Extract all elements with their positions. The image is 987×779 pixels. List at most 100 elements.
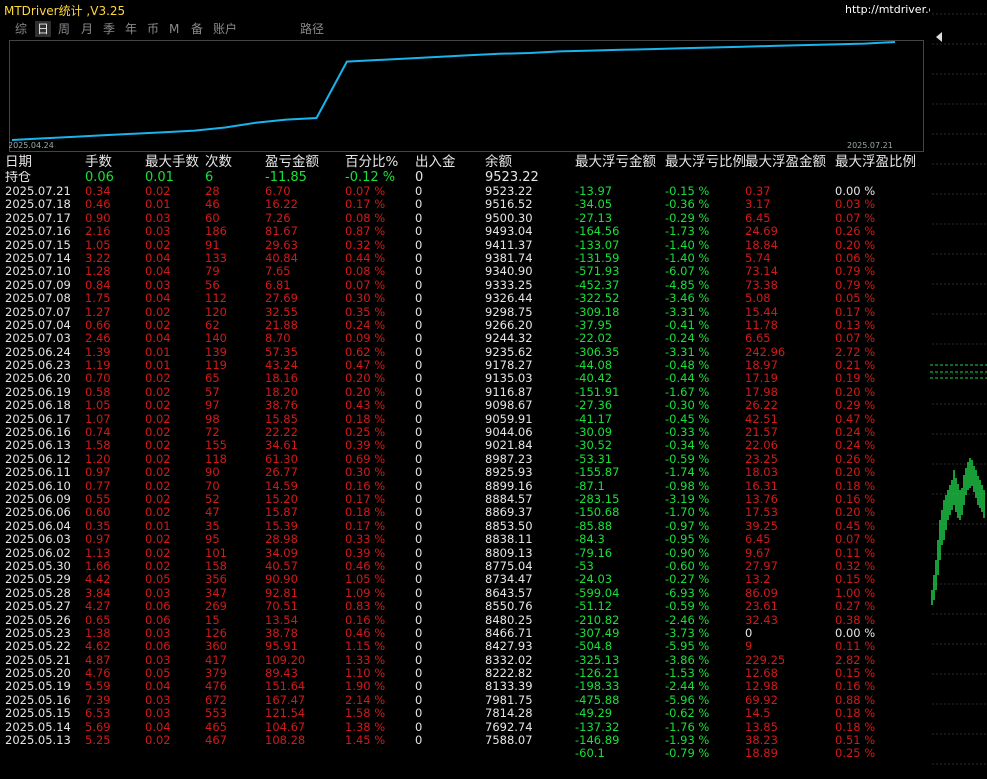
cell-max-lots: 0.02	[145, 546, 171, 560]
cell-mfl-amt: -24.03	[575, 573, 613, 587]
tab-10[interactable]: 路径	[300, 21, 324, 37]
table-row: 2025.06.19 0.58 0.02 57 18.20 0.20 % 0 9116.87 -…	[5, 386, 930, 399]
cell-mfp-pct: 0.17 %	[835, 305, 876, 319]
tab-6[interactable]: 币	[147, 21, 159, 37]
cell-io: 0	[415, 225, 423, 239]
cell-pct: 0.44 %	[345, 251, 386, 265]
cell-max-lots: 0.02	[145, 185, 171, 198]
table-row: 2025.06.18 1.05 0.02 97 38.76 0.43 % 0 9098.67 -…	[5, 399, 930, 412]
cell-io: 0	[415, 439, 423, 453]
table-row: 2025.06.16 0.74 0.02 72 22.22 0.25 % 0 9044.06 -…	[5, 426, 930, 439]
cell-lots: 0.35	[85, 519, 111, 533]
cell-mfl-amt: -155.87	[575, 466, 620, 480]
cell-count: 120	[205, 305, 227, 319]
cell-max-lots: 0.05	[145, 573, 171, 587]
cell-mfp-amt: 24.69	[745, 225, 778, 239]
tab-0[interactable]: 综	[15, 21, 27, 37]
cell-lots: 5.69	[85, 720, 111, 734]
cell-max-lots: 0.01	[145, 198, 171, 212]
cell-mfl-pct: -0.33 %	[665, 426, 710, 440]
table-row: 2025.05.22 4.62 0.06 360 95.91 1.15 % 0 8427.93…	[5, 640, 930, 653]
cell-mfl-amt: -325.13	[575, 653, 620, 667]
cell-pct: 0.20 %	[345, 372, 386, 386]
cell-io: 0	[415, 292, 423, 306]
cell-io: 0	[415, 573, 423, 587]
cell-date: 2025.07.07	[5, 305, 71, 319]
cell-balance: 8643.57	[485, 586, 533, 600]
cell-mfl-pct: -0.48 %	[665, 359, 710, 373]
cell-mfp-amt: 69.92	[745, 693, 778, 707]
price-chart-panel	[930, 0, 987, 775]
cell-mfp-pct: 0.07 %	[835, 211, 876, 225]
tab-7[interactable]: M	[169, 21, 179, 37]
cell-date: 2025.07.09	[5, 278, 71, 292]
cell-balance: 8480.25	[485, 613, 533, 627]
cell-io: 0	[415, 506, 423, 520]
cell-date: 2025.05.21	[5, 653, 71, 667]
cell-lots: 2.16	[85, 225, 111, 239]
website-link[interactable]: http://mtdriver.cn	[845, 3, 942, 16]
cell-pct: 0.47 %	[345, 359, 386, 373]
cell-mfp-amt: 18.03	[745, 466, 778, 480]
cell-max-lots: 0.03	[145, 626, 171, 640]
cell-pnl: 16.22	[265, 198, 298, 212]
cell-mfp-pct: 1.00 %	[835, 586, 876, 600]
tab-9[interactable]: 账户	[213, 21, 237, 37]
cell-balance: 8427.93	[485, 640, 533, 654]
cell-max-lots: 0.02	[145, 466, 171, 480]
cell-io: 0	[415, 559, 423, 573]
cell-count: 90	[205, 466, 220, 480]
cell-pnl: 26.77	[265, 466, 298, 480]
cell-mfl-amt: -307.49	[575, 626, 620, 640]
cell-mfl-amt: -133.07	[575, 238, 620, 252]
cell-pct: 0.17 %	[345, 519, 386, 533]
cell-pct: 1.10 %	[345, 667, 386, 681]
cell-pct: 0.18 %	[345, 412, 386, 426]
balance-curve-chart: 2025.04.24 2025.07.21	[9, 40, 924, 152]
cell-mfl-pct: -6.07 %	[665, 265, 710, 279]
cell-mfp-amt: 6.65	[745, 332, 771, 346]
cell-date: 2025.07.21	[5, 185, 71, 198]
cell-count: 356	[205, 573, 227, 587]
tab-3[interactable]: 月	[81, 21, 93, 37]
tab-8[interactable]: 备	[191, 21, 203, 37]
cell-mfp-amt: 12.68	[745, 667, 778, 681]
cell-io: 0	[415, 426, 423, 440]
table-row: 2025.06.04 0.35 0.01 35 15.39 0.17 % 0 8853.50 -…	[5, 520, 930, 533]
cell-mfl-pct: -1.53 %	[665, 667, 710, 681]
tab-5[interactable]: 年	[125, 21, 137, 37]
x-start-label: 2025.04.24	[9, 141, 54, 150]
table-row: 2025.07.03 2.46 0.04 140 8.70 0.09 % 0 9244.32 -…	[5, 332, 930, 345]
cell-lots: 1.39	[85, 345, 111, 359]
cell-pnl: 61.30	[265, 452, 298, 466]
cell-count: 101	[205, 546, 227, 560]
cell-mfl-pct: -2.46 %	[665, 613, 710, 627]
cell-mfp-pct: 0.11 %	[835, 546, 876, 560]
cell-mfl-pct: -1.67 %	[665, 385, 710, 399]
tab-2[interactable]: 周	[58, 21, 70, 37]
cell-count: 118	[205, 452, 227, 466]
cell-pct: 0.07 %	[345, 278, 386, 292]
cell-mfl-pct: -2.44 %	[665, 680, 710, 694]
cell-balance: 9381.74	[485, 251, 533, 265]
cell-mfp-pct: 0.15 %	[835, 667, 876, 681]
cell-pnl: 81.67	[265, 225, 298, 239]
tab-1[interactable]: 日	[35, 21, 52, 37]
table-row: 2025.06.17 1.07 0.02 98 15.85 0.18 % 0 9059.91 -…	[5, 413, 930, 426]
cell-date: 2025.05.14	[5, 720, 71, 734]
cell-max-lots: 0.06	[145, 600, 171, 614]
cell-max-lots: 0.02	[145, 452, 171, 466]
cell-date: 2025.06.17	[5, 412, 71, 426]
cell-pnl: 22.22	[265, 426, 298, 440]
cell-mfl-pct: -0.41 %	[665, 318, 710, 332]
cell-mfl-pct: -6.93 %	[665, 586, 710, 600]
cell-pct: 0.39 %	[345, 546, 386, 560]
price-chart	[930, 13, 987, 765]
cell-balance: 9516.52	[485, 198, 533, 212]
collapse-arrow-icon[interactable]	[936, 32, 942, 42]
cell-pct: 0.17 %	[345, 198, 386, 212]
cell-max-lots: 0.02	[145, 439, 171, 453]
cell-max-lots: 0.02	[145, 506, 171, 520]
tab-4[interactable]: 季	[103, 21, 115, 37]
cell-mfl-amt: -30.09	[575, 426, 613, 440]
